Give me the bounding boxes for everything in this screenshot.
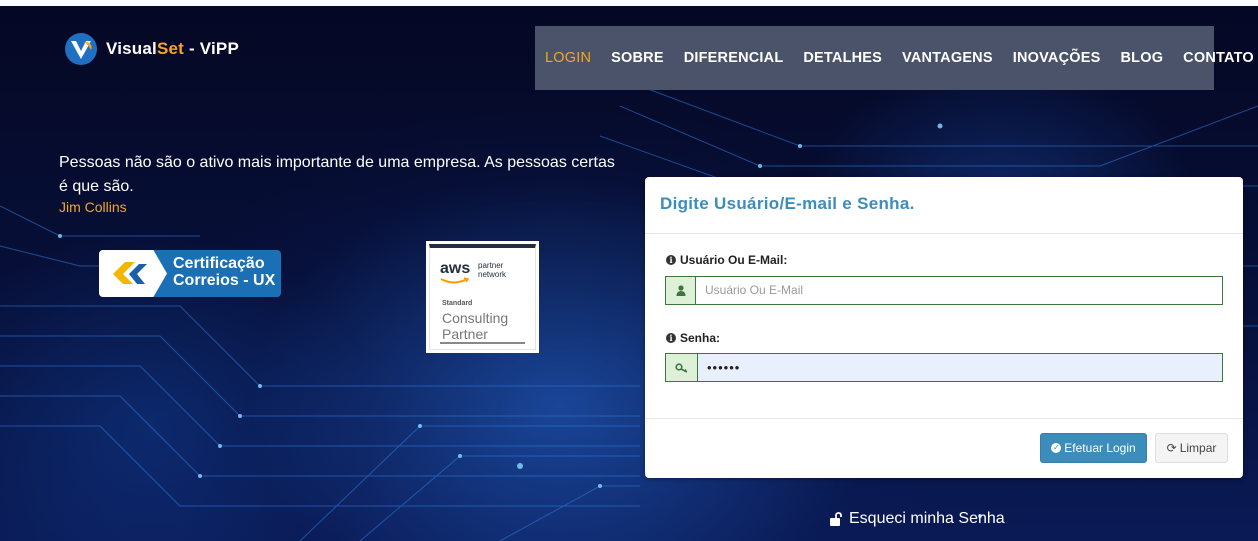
nav-sobre[interactable]: SOBRE [611, 50, 664, 66]
aws-type-line2: Partner [442, 326, 488, 342]
login-panel-footer [645, 418, 1243, 479]
visualset-logo-icon [65, 33, 97, 65]
correios-badge-line2: Correios - UX [173, 272, 276, 289]
aws-badge-bar [440, 342, 525, 344]
nav-diferencial[interactable]: DIFERENCIAL [684, 50, 784, 66]
login-button-label: Efetuar Login [1064, 441, 1136, 455]
login-panel: Digite Usuário/E-mail e Senha. i Usuário … [645, 177, 1243, 478]
aws-partner-line2: network [478, 270, 507, 279]
forgot-password-link[interactable]: Esqueci minha Senha [829, 510, 1005, 528]
password-input[interactable]: •••••• [698, 353, 1223, 382]
info-icon: i [666, 255, 676, 265]
aws-type-line1: Consulting [442, 310, 509, 326]
nav-inovacoes[interactable]: INOVAÇÕES [1013, 50, 1101, 66]
password-label: i Senha: [666, 331, 720, 345]
key-icon [665, 353, 698, 382]
correios-badge-line1: Certificação [173, 255, 265, 272]
unlock-icon [830, 512, 842, 526]
user-label: i Usuário Ou E-Mail: [666, 253, 787, 267]
user-email-input[interactable]: Usuário Ou E-Mail [696, 276, 1223, 305]
password-input-group: •••••• [665, 353, 1223, 382]
login-panel-header: Digite Usuário/E-mail e Senha. [645, 177, 1243, 234]
refresh-icon: ⟳ [1166, 441, 1177, 455]
correios-certification-badge: Certificação Correios - UX [99, 250, 281, 297]
login-button[interactable]: ✓ Efetuar Login [1040, 433, 1147, 463]
user-icon [665, 276, 696, 305]
check-circle-icon: ✓ [1051, 443, 1062, 453]
aws-smile-icon [440, 277, 470, 284]
correios-logo-icon [113, 262, 147, 284]
aws-logo-text: aws [440, 260, 471, 277]
nav-detalhes[interactable]: DETALHES [803, 50, 882, 66]
nav-vantagens[interactable]: VANTAGENS [902, 50, 993, 66]
forgot-password-label: Esqueci minha Senha [849, 510, 1005, 527]
login-panel-title: Digite Usuário/E-mail e Senha. [660, 194, 915, 213]
user-input-group: Usuário Ou E-Mail [665, 276, 1223, 305]
aws-partner-badge: aws partner network Standard Consulting Pa… [426, 241, 539, 353]
quote-text: Pessoas não são o ativo mais importante … [59, 154, 615, 195]
nav-blog[interactable]: BLOG [1120, 50, 1163, 66]
nav-contato[interactable]: CONTATO [1183, 50, 1254, 66]
brand-logo[interactable]: VisualSet - ViPP [64, 32, 239, 66]
quote-author: Jim Collins [59, 199, 127, 215]
aws-partner-line1: partner [478, 261, 504, 270]
main-nav: LOGIN SOBRE DIFERENCIAL DETALHES VANTAGE… [535, 26, 1254, 90]
info-icon: i [666, 333, 676, 343]
brand-name: VisualSet - ViPP [106, 39, 239, 58]
clear-button-label: Limpar [1179, 441, 1217, 455]
clear-button[interactable]: ⟳ Limpar [1155, 433, 1228, 463]
aws-tier: Standard [442, 300, 473, 307]
nav-login[interactable]: LOGIN [545, 50, 591, 66]
